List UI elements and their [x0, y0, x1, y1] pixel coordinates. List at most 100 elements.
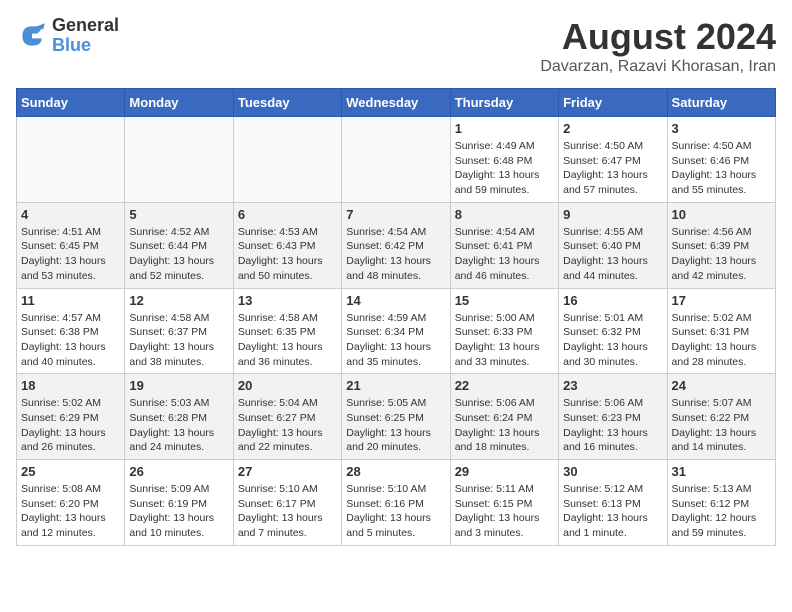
logo-text: General Blue: [52, 16, 119, 56]
day-info: Sunrise: 4:53 AMSunset: 6:43 PMDaylight:…: [238, 225, 337, 284]
calendar-cell: 3 Sunrise: 4:50 AMSunset: 6:46 PMDaylight…: [667, 117, 775, 203]
day-number: 20: [238, 378, 337, 393]
week-row-3: 11 Sunrise: 4:57 AMSunset: 6:38 PMDayligh…: [17, 288, 776, 374]
day-info: Sunrise: 5:02 AMSunset: 6:29 PMDaylight:…: [21, 396, 120, 455]
day-info: Sunrise: 4:54 AMSunset: 6:41 PMDaylight:…: [455, 225, 554, 284]
day-info: Sunrise: 5:01 AMSunset: 6:32 PMDaylight:…: [563, 311, 662, 370]
calendar-cell: 6 Sunrise: 4:53 AMSunset: 6:43 PMDaylight…: [233, 202, 341, 288]
logo-icon: [16, 20, 48, 52]
day-number: 10: [672, 207, 771, 222]
weekday-header-thursday: Thursday: [450, 89, 558, 117]
day-info: Sunrise: 5:07 AMSunset: 6:22 PMDaylight:…: [672, 396, 771, 455]
day-info: Sunrise: 5:08 AMSunset: 6:20 PMDaylight:…: [21, 482, 120, 541]
day-number: 1: [455, 121, 554, 136]
day-number: 21: [346, 378, 445, 393]
title-block: August 2024 Davarzan, Razavi Khorasan, I…: [540, 16, 776, 76]
day-info: Sunrise: 5:05 AMSunset: 6:25 PMDaylight:…: [346, 396, 445, 455]
day-number: 18: [21, 378, 120, 393]
day-info: Sunrise: 4:50 AMSunset: 6:46 PMDaylight:…: [672, 139, 771, 198]
day-number: 23: [563, 378, 662, 393]
day-number: 29: [455, 464, 554, 479]
day-info: Sunrise: 4:54 AMSunset: 6:42 PMDaylight:…: [346, 225, 445, 284]
calendar-cell: 4Sunrise: 4:51 AMSunset: 6:45 PMDaylight…: [17, 202, 125, 288]
calendar-cell: 10Sunrise: 4:56 AMSunset: 6:39 PMDayligh…: [667, 202, 775, 288]
calendar-cell: 30 Sunrise: 5:12 AMSunset: 6:13 PMDayligh…: [559, 460, 667, 546]
calendar-cell: 29 Sunrise: 5:11 AMSunset: 6:15 PMDayligh…: [450, 460, 558, 546]
day-info: Sunrise: 4:55 AMSunset: 6:40 PMDaylight:…: [563, 225, 662, 284]
calendar-cell: 12Sunrise: 4:58 AMSunset: 6:37 PMDayligh…: [125, 288, 233, 374]
calendar-cell: 25 Sunrise: 5:08 AMSunset: 6:20 PMDayligh…: [17, 460, 125, 546]
calendar-cell: 22 Sunrise: 5:06 AMSunset: 6:24 PMDayligh…: [450, 374, 558, 460]
day-info: Sunrise: 5:13 AMSunset: 6:12 PMDaylight:…: [672, 482, 771, 541]
day-info: Sunrise: 5:09 AMSunset: 6:19 PMDaylight:…: [129, 482, 228, 541]
calendar-cell: 8 Sunrise: 4:54 AMSunset: 6:41 PMDaylight…: [450, 202, 558, 288]
week-row-1: 1Sunrise: 4:49 AMSunset: 6:48 PMDaylight…: [17, 117, 776, 203]
calendar-cell: 7 Sunrise: 4:54 AMSunset: 6:42 PMDaylight…: [342, 202, 450, 288]
day-number: 15: [455, 293, 554, 308]
day-number: 9: [563, 207, 662, 222]
calendar-cell: 21 Sunrise: 5:05 AMSunset: 6:25 PMDayligh…: [342, 374, 450, 460]
day-info: Sunrise: 5:03 AMSunset: 6:28 PMDaylight:…: [129, 396, 228, 455]
weekday-header-monday: Monday: [125, 89, 233, 117]
weekday-header-tuesday: Tuesday: [233, 89, 341, 117]
day-number: 30: [563, 464, 662, 479]
calendar-cell: 31 Sunrise: 5:13 AMSunset: 6:12 PMDayligh…: [667, 460, 775, 546]
day-number: 14: [346, 293, 445, 308]
day-number: 28: [346, 464, 445, 479]
logo: General Blue: [16, 16, 119, 56]
weekday-header-saturday: Saturday: [667, 89, 775, 117]
calendar-cell: 2 Sunrise: 4:50 AMSunset: 6:47 PMDaylight…: [559, 117, 667, 203]
day-info: Sunrise: 4:58 AMSunset: 6:37 PMDaylight:…: [129, 311, 228, 370]
day-number: 2: [563, 121, 662, 136]
calendar-cell: 14 Sunrise: 4:59 AMSunset: 6:34 PMDayligh…: [342, 288, 450, 374]
calendar-table: SundayMondayTuesdayWednesdayThursdayFrid…: [16, 88, 776, 546]
day-number: 17: [672, 293, 771, 308]
day-number: 16: [563, 293, 662, 308]
calendar-cell: 5Sunrise: 4:52 AMSunset: 6:44 PMDaylight…: [125, 202, 233, 288]
day-number: 3: [672, 121, 771, 136]
calendar-cell: 20Sunrise: 5:04 AMSunset: 6:27 PMDayligh…: [233, 374, 341, 460]
calendar-cell: 26 Sunrise: 5:09 AMSunset: 6:19 PMDayligh…: [125, 460, 233, 546]
calendar-cell: 11 Sunrise: 4:57 AMSunset: 6:38 PMDayligh…: [17, 288, 125, 374]
day-number: 22: [455, 378, 554, 393]
day-info: Sunrise: 5:10 AMSunset: 6:16 PMDaylight:…: [346, 482, 445, 541]
calendar-cell: 18 Sunrise: 5:02 AMSunset: 6:29 PMDayligh…: [17, 374, 125, 460]
day-number: 6: [238, 207, 337, 222]
day-number: 31: [672, 464, 771, 479]
calendar-cell: 24Sunrise: 5:07 AMSunset: 6:22 PMDayligh…: [667, 374, 775, 460]
day-info: Sunrise: 4:50 AMSunset: 6:47 PMDaylight:…: [563, 139, 662, 198]
day-info: Sunrise: 5:06 AMSunset: 6:24 PMDaylight:…: [455, 396, 554, 455]
location-subtitle: Davarzan, Razavi Khorasan, Iran: [540, 58, 776, 76]
day-info: Sunrise: 5:12 AMSunset: 6:13 PMDaylight:…: [563, 482, 662, 541]
day-number: 19: [129, 378, 228, 393]
day-info: Sunrise: 4:59 AMSunset: 6:34 PMDaylight:…: [346, 311, 445, 370]
day-number: 5: [129, 207, 228, 222]
week-row-5: 25 Sunrise: 5:08 AMSunset: 6:20 PMDayligh…: [17, 460, 776, 546]
day-info: Sunrise: 5:00 AMSunset: 6:33 PMDaylight:…: [455, 311, 554, 370]
day-number: 7: [346, 207, 445, 222]
calendar-cell: 16 Sunrise: 5:01 AMSunset: 6:32 PMDayligh…: [559, 288, 667, 374]
month-title: August 2024: [540, 16, 776, 58]
week-row-4: 18 Sunrise: 5:02 AMSunset: 6:29 PMDayligh…: [17, 374, 776, 460]
calendar-cell: [125, 117, 233, 203]
day-number: 27: [238, 464, 337, 479]
calendar-cell: 23Sunrise: 5:06 AMSunset: 6:23 PMDayligh…: [559, 374, 667, 460]
calendar-cell: [233, 117, 341, 203]
page-header: General Blue August 2024 Davarzan, Razav…: [16, 16, 776, 76]
day-number: 26: [129, 464, 228, 479]
day-number: 4: [21, 207, 120, 222]
calendar-cell: 15 Sunrise: 5:00 AMSunset: 6:33 PMDayligh…: [450, 288, 558, 374]
day-info: Sunrise: 4:58 AMSunset: 6:35 PMDaylight:…: [238, 311, 337, 370]
calendar-cell: 19 Sunrise: 5:03 AMSunset: 6:28 PMDayligh…: [125, 374, 233, 460]
day-info: Sunrise: 5:02 AMSunset: 6:31 PMDaylight:…: [672, 311, 771, 370]
calendar-cell: 9 Sunrise: 4:55 AMSunset: 6:40 PMDaylight…: [559, 202, 667, 288]
day-number: 8: [455, 207, 554, 222]
day-info: Sunrise: 5:11 AMSunset: 6:15 PMDaylight:…: [455, 482, 554, 541]
calendar-cell: 28 Sunrise: 5:10 AMSunset: 6:16 PMDayligh…: [342, 460, 450, 546]
day-info: Sunrise: 4:57 AMSunset: 6:38 PMDaylight:…: [21, 311, 120, 370]
calendar-cell: 17 Sunrise: 5:02 AMSunset: 6:31 PMDayligh…: [667, 288, 775, 374]
day-number: 11: [21, 293, 120, 308]
calendar-cell: [17, 117, 125, 203]
day-number: 25: [21, 464, 120, 479]
calendar-cell: 1Sunrise: 4:49 AMSunset: 6:48 PMDaylight…: [450, 117, 558, 203]
